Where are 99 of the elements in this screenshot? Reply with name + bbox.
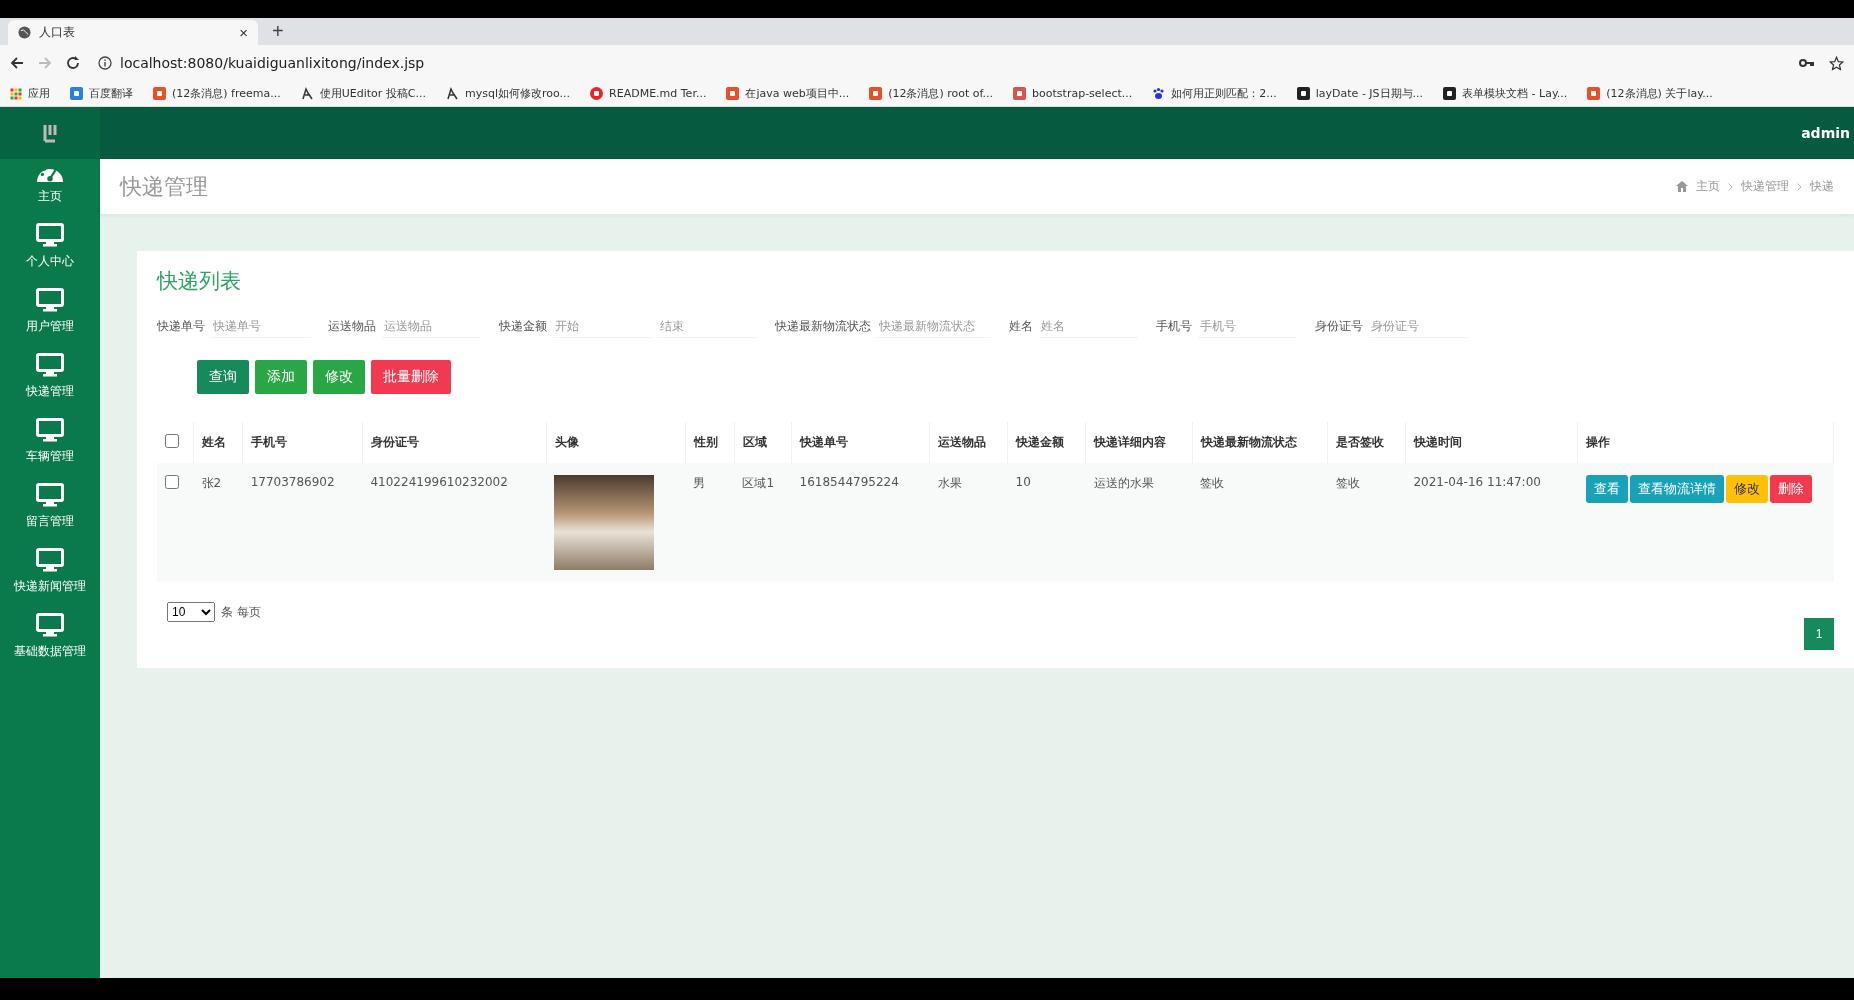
bookmark-link[interactable]: README.md Ter...: [590, 87, 707, 100]
site-favicon-icon: [70, 87, 83, 100]
site-favicon-icon: [1013, 87, 1027, 100]
table-cell: 1618544795224: [799, 475, 899, 489]
search-label: 运送物品: [328, 318, 376, 335]
table-cell: 运送的水果: [1093, 476, 1154, 490]
table-cell: 签收: [1335, 476, 1360, 490]
page-button[interactable]: 1: [1804, 618, 1834, 650]
sidebar-item[interactable]: 主页: [0, 159, 100, 213]
paw-icon: [1152, 87, 1166, 100]
monitor-icon: [36, 353, 64, 377]
info-icon[interactable]: [98, 56, 112, 70]
new-tab-button[interactable]: +: [268, 20, 288, 43]
user-link[interactable]: admin: [1801, 125, 1850, 141]
page-size-label: 条 每页: [221, 603, 261, 621]
bookmark-link[interactable]: 百度翻译: [70, 86, 133, 101]
column-header: 运送物品: [938, 435, 987, 449]
site-favicon-icon: [153, 87, 166, 100]
site-favicon-icon: [869, 87, 883, 100]
site-favicon-icon: [1443, 87, 1457, 100]
monitor-icon: [36, 288, 64, 312]
monitor-icon: [36, 418, 64, 442]
chevron-icon: [1728, 182, 1733, 191]
bookmark-link[interactable]: (12条消息) root of...: [869, 86, 994, 101]
column-header: 头像: [554, 435, 579, 449]
row-action-button[interactable]: 修改: [1725, 475, 1768, 503]
search-label: 姓名: [1009, 318, 1033, 335]
home-icon: [1676, 181, 1688, 192]
star-icon[interactable]: [1829, 55, 1844, 71]
search-label: 快递金额: [499, 318, 547, 335]
column-header: 区域: [743, 435, 767, 449]
card-title: 快递列表: [157, 268, 242, 295]
table-cell: 区域1: [742, 476, 775, 490]
sidebar-item[interactable]: 个人中心: [0, 213, 100, 278]
table-cell: 17703786902: [250, 475, 335, 489]
column-header: 快递详细内容: [1094, 435, 1166, 449]
page-title: 快递管理: [120, 172, 208, 201]
sidebar-item[interactable]: 快递管理: [0, 343, 100, 408]
address-field[interactable]: localhost:8080/kuaidiguanlixitong/index.jsp: [120, 55, 425, 71]
bookmark-link[interactable]: 表单模块文档 - Lay...: [1443, 86, 1568, 101]
table-cell: 男: [693, 476, 706, 490]
tab-title: 人口表: [39, 24, 76, 41]
site-favicon-icon: [1296, 87, 1310, 100]
bookmark-link[interactable]: layDate - JS日期与...: [1296, 86, 1424, 101]
search-label: 快递单号: [157, 318, 205, 335]
search-label: 快递最新物流状态: [775, 318, 871, 335]
column-header: 姓名: [202, 435, 226, 449]
toolbar-button[interactable]: 批量删除: [371, 360, 451, 394]
site-favicon-icon: [1587, 87, 1601, 100]
dashboard-gauge-icon: [37, 169, 63, 182]
bookmark-link[interactable]: 应用: [10, 86, 50, 101]
site-favicon-icon: [590, 87, 604, 100]
search-label: 身份证号: [1315, 318, 1363, 335]
back-arrow-icon[interactable]: [10, 56, 24, 70]
column-header: 操作: [1586, 435, 1610, 449]
select-all-checkbox[interactable]: [165, 434, 179, 448]
sidebar-item[interactable]: 车辆管理: [0, 408, 100, 473]
row-action-button[interactable]: 删除: [1769, 475, 1812, 503]
monitor-icon: [36, 483, 64, 507]
reload-icon[interactable]: [66, 56, 80, 70]
table-cell: 签收: [1200, 476, 1225, 490]
bookmark-link[interactable]: 使用UEditor 投稿C...: [300, 86, 426, 101]
table-cell: 张2: [201, 476, 222, 490]
column-header: 快递最新物流状态: [1200, 435, 1297, 449]
column-header: 快递时间: [1413, 435, 1462, 449]
toolbar-button[interactable]: 查询: [197, 360, 249, 394]
key-icon[interactable]: [1799, 57, 1815, 69]
apps-grid-icon: [10, 87, 22, 100]
table-cell: 410224199610232002: [370, 475, 508, 489]
column-header: 快递金额: [1016, 435, 1065, 449]
column-header: 是否签收: [1336, 435, 1385, 449]
sidebar-item[interactable]: 快递新闻管理: [0, 538, 100, 603]
sidebar-item[interactable]: 用户管理: [0, 278, 100, 343]
column-header: 性别: [693, 435, 718, 449]
sidebar-item[interactable]: 留言管理: [0, 473, 100, 538]
logo-icon: [42, 123, 58, 143]
table-cell: 水果: [937, 476, 962, 490]
bookmark-link[interactable]: bootstrap-select...: [1013, 87, 1133, 100]
column-header: 身份证号: [370, 435, 419, 449]
bookmark-link[interactable]: (12条消息) 关于lay...: [1587, 86, 1713, 101]
table-cell: 10: [1015, 475, 1031, 489]
page-size-select[interactable]: 10: [167, 602, 215, 622]
monitor-icon: [36, 548, 64, 572]
bookmark-link[interactable]: (12条消息) freema...: [153, 86, 281, 101]
column-header: 手机号: [251, 435, 288, 449]
chevron-icon: [1797, 182, 1802, 191]
search-label: 手机号: [1156, 318, 1192, 335]
site-favicon-icon: [726, 87, 740, 100]
bookmark-link[interactable]: 如何用正则匹配：2...: [1152, 86, 1277, 101]
monitor-icon: [36, 613, 64, 637]
table-cell: 2021-04-16 11:47:00: [1413, 475, 1541, 489]
bookmark-link[interactable]: mysql如何修改roo...: [446, 86, 571, 101]
browser-tab[interactable]: 人口表 ×: [8, 20, 258, 45]
row-checkbox[interactable]: [165, 475, 179, 489]
monitor-icon: [36, 223, 64, 247]
close-tab-button[interactable]: ×: [239, 24, 248, 41]
column-header: 快递单号: [800, 435, 849, 449]
sidebar-item[interactable]: 基础数据管理: [0, 603, 100, 668]
bookmark-link[interactable]: 在java web项目中...: [726, 86, 850, 101]
